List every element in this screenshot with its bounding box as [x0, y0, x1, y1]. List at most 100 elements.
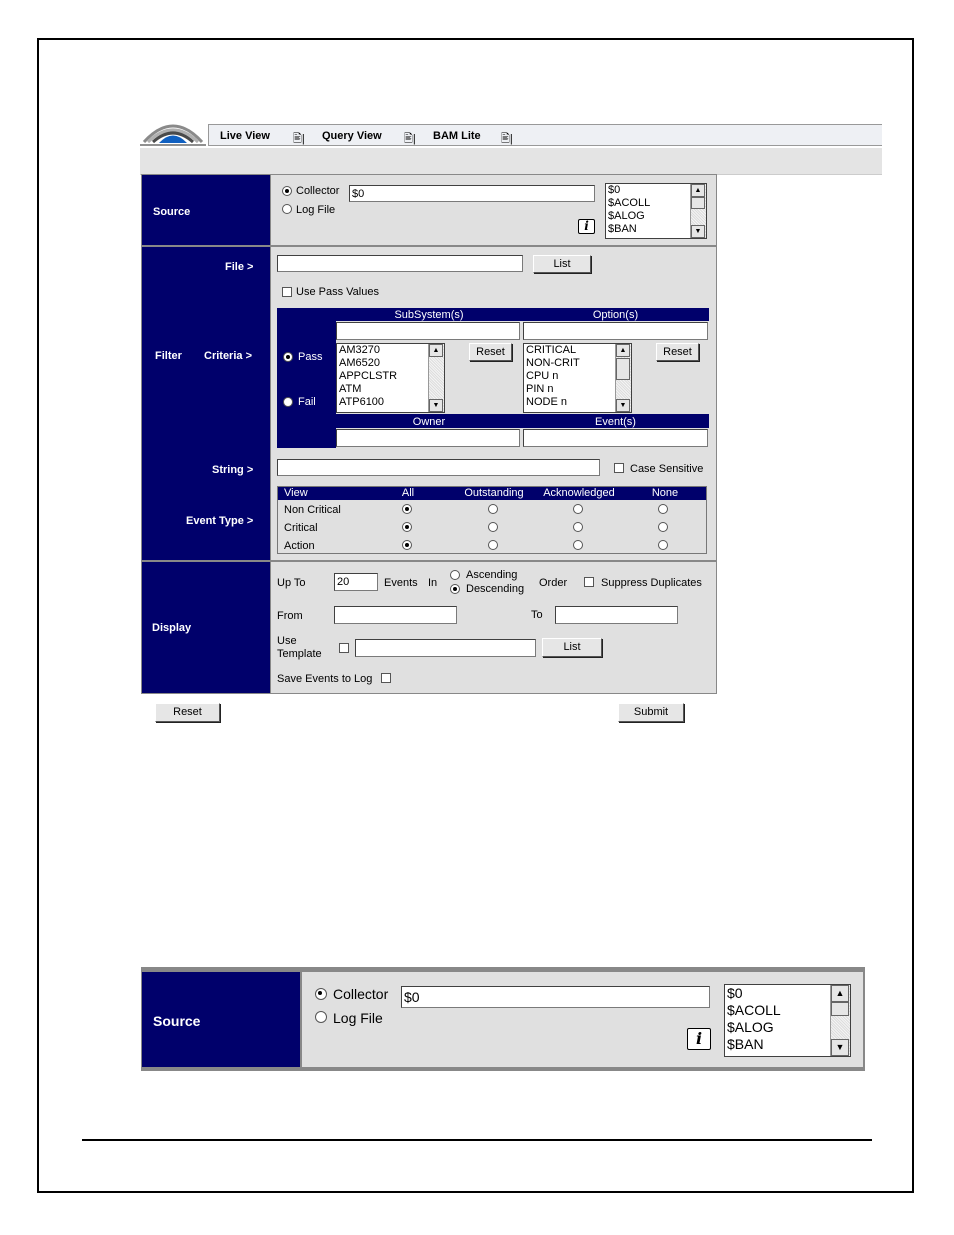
- filter-label-cell: [142, 247, 270, 560]
- events-input[interactable]: [523, 429, 708, 447]
- filter-label: Filter: [155, 350, 182, 362]
- zoomed-info-icon[interactable]: i: [687, 1028, 711, 1050]
- up-to-input[interactable]: 20: [334, 573, 378, 591]
- query-view-window-icon[interactable]: 🖹|: [404, 130, 416, 149]
- info-icon[interactable]: i: [578, 219, 595, 234]
- scroll-down-icon[interactable]: ▼: [691, 225, 705, 238]
- pass-label: Pass: [298, 351, 323, 363]
- to-label: To: [531, 609, 543, 621]
- ascending-radio[interactable]: [450, 570, 460, 580]
- scroll-thumb[interactable]: [616, 358, 630, 380]
- critical-none-radio[interactable]: [658, 522, 668, 532]
- scroll-up-icon[interactable]: ▲: [429, 344, 443, 357]
- zoomed-logfile-label: Log File: [333, 1010, 383, 1026]
- descending-radio[interactable]: [450, 584, 460, 594]
- live-view-window-icon[interactable]: 🖹|: [293, 130, 305, 149]
- fail-label: Fail: [298, 396, 316, 408]
- scroll-down-icon[interactable]: ▼: [831, 1039, 849, 1056]
- critical-acknowledged-radio[interactable]: [573, 522, 583, 532]
- zoomed-collector-listbox[interactable]: $0 $ACOLL $ALOG $BAN ▲ ▼: [724, 984, 851, 1057]
- scroll-down-icon[interactable]: ▼: [616, 399, 630, 412]
- zoomed-collector-label: Collector: [333, 986, 389, 1002]
- owner-header: Owner: [412, 416, 446, 428]
- in-label: In: [428, 577, 438, 589]
- reset-button[interactable]: Reset: [155, 703, 220, 722]
- use-template-label-2: Template: [277, 648, 322, 660]
- scroll-thumb[interactable]: [831, 1002, 849, 1016]
- options-header: Option(s): [592, 309, 639, 321]
- save-events-checkbox[interactable]: [381, 673, 391, 683]
- events-header: Event(s): [595, 416, 636, 428]
- col-none: None: [651, 487, 679, 499]
- display-label: Display: [152, 622, 192, 634]
- noncritical-all-radio[interactable]: [402, 504, 412, 514]
- options-listbox[interactable]: CRITICAL NON-CRIT CPU n PIN n NODE n ▲ ▼: [523, 343, 632, 413]
- action-acknowledged-radio[interactable]: [573, 540, 583, 550]
- zoomed-logfile-radio[interactable]: [315, 1011, 327, 1023]
- template-list-button[interactable]: List: [542, 638, 602, 657]
- use-pass-values-label: Use Pass Values: [296, 286, 379, 298]
- case-sensitive-checkbox[interactable]: [614, 463, 624, 473]
- string-label: String >: [212, 464, 254, 476]
- nav-query-view[interactable]: Query View: [322, 130, 382, 142]
- subsystems-reset-button[interactable]: Reset: [469, 343, 512, 361]
- critical-all-radio[interactable]: [402, 522, 412, 532]
- scrollbar[interactable]: ▲ ▼: [830, 985, 850, 1056]
- order-label: Order: [539, 577, 568, 589]
- arc-logo-icon[interactable]: [140, 116, 206, 148]
- bam-lite-window-icon[interactable]: 🖹|: [501, 130, 513, 149]
- nav-bam-lite[interactable]: BAM Lite: [433, 130, 481, 142]
- col-view: View: [284, 487, 308, 499]
- owner-input[interactable]: [336, 429, 520, 447]
- toolbar-strip: [140, 148, 882, 175]
- logfile-radio[interactable]: [282, 204, 292, 214]
- up-to-label: Up To: [277, 577, 306, 589]
- source-label: Source: [153, 206, 191, 218]
- critical-outstanding-radio[interactable]: [488, 522, 498, 532]
- zoomed-source-label: Source: [153, 1013, 201, 1029]
- suppress-duplicates-checkbox[interactable]: [584, 577, 594, 587]
- noncritical-outstanding-radio[interactable]: [488, 504, 498, 514]
- collector-input[interactable]: $0: [349, 185, 595, 202]
- descending-label: Descending: [466, 583, 525, 595]
- noncritical-none-radio[interactable]: [658, 504, 668, 514]
- zoomed-collector-radio[interactable]: [315, 988, 327, 1000]
- file-list-button[interactable]: List: [533, 255, 591, 273]
- subsystems-listbox[interactable]: AM3270 AM6520 APPCLSTR ATM ATP6100 ▲ ▼: [336, 343, 445, 413]
- scroll-up-icon[interactable]: ▲: [691, 184, 705, 197]
- use-template-checkbox[interactable]: [339, 643, 349, 653]
- collector-radio[interactable]: [282, 186, 292, 196]
- col-all: All: [401, 487, 415, 499]
- col-outstanding: Outstanding: [464, 487, 524, 499]
- collector-listbox[interactable]: $0 $ACOLL $ALOG $BAN ▲ ▼: [605, 183, 707, 239]
- from-label: From: [277, 610, 303, 622]
- scroll-up-icon[interactable]: ▲: [616, 344, 630, 357]
- subsystem-input[interactable]: [336, 322, 520, 340]
- to-input[interactable]: [555, 606, 678, 624]
- fail-radio[interactable]: [283, 397, 293, 407]
- scrollbar[interactable]: ▲ ▼: [615, 344, 631, 412]
- pass-radio[interactable]: [283, 352, 293, 362]
- template-input[interactable]: [355, 639, 536, 657]
- nav-bar: Live View 🖹| Query View 🖹| BAM Lite 🖹|: [208, 124, 882, 146]
- scroll-thumb[interactable]: [691, 197, 705, 209]
- scroll-down-icon[interactable]: ▼: [429, 399, 443, 412]
- submit-button[interactable]: Submit: [618, 703, 684, 722]
- scrollbar[interactable]: ▲ ▼: [690, 184, 706, 238]
- suppress-duplicates-label: Suppress Duplicates: [601, 577, 702, 589]
- event-type-label: Event Type >: [186, 515, 254, 527]
- nav-live-view[interactable]: Live View: [220, 130, 270, 142]
- string-input[interactable]: [277, 459, 600, 476]
- zoomed-collector-input[interactable]: $0: [401, 986, 710, 1008]
- scrollbar[interactable]: ▲ ▼: [428, 344, 444, 412]
- action-outstanding-radio[interactable]: [488, 540, 498, 550]
- action-none-radio[interactable]: [658, 540, 668, 550]
- file-input[interactable]: [277, 255, 523, 272]
- options-reset-button[interactable]: Reset: [656, 343, 699, 361]
- option-input[interactable]: [523, 322, 708, 340]
- action-all-radio[interactable]: [402, 540, 412, 550]
- from-input[interactable]: [334, 606, 457, 624]
- use-pass-values-checkbox[interactable]: [282, 287, 292, 297]
- noncritical-acknowledged-radio[interactable]: [573, 504, 583, 514]
- scroll-up-icon[interactable]: ▲: [831, 985, 849, 1002]
